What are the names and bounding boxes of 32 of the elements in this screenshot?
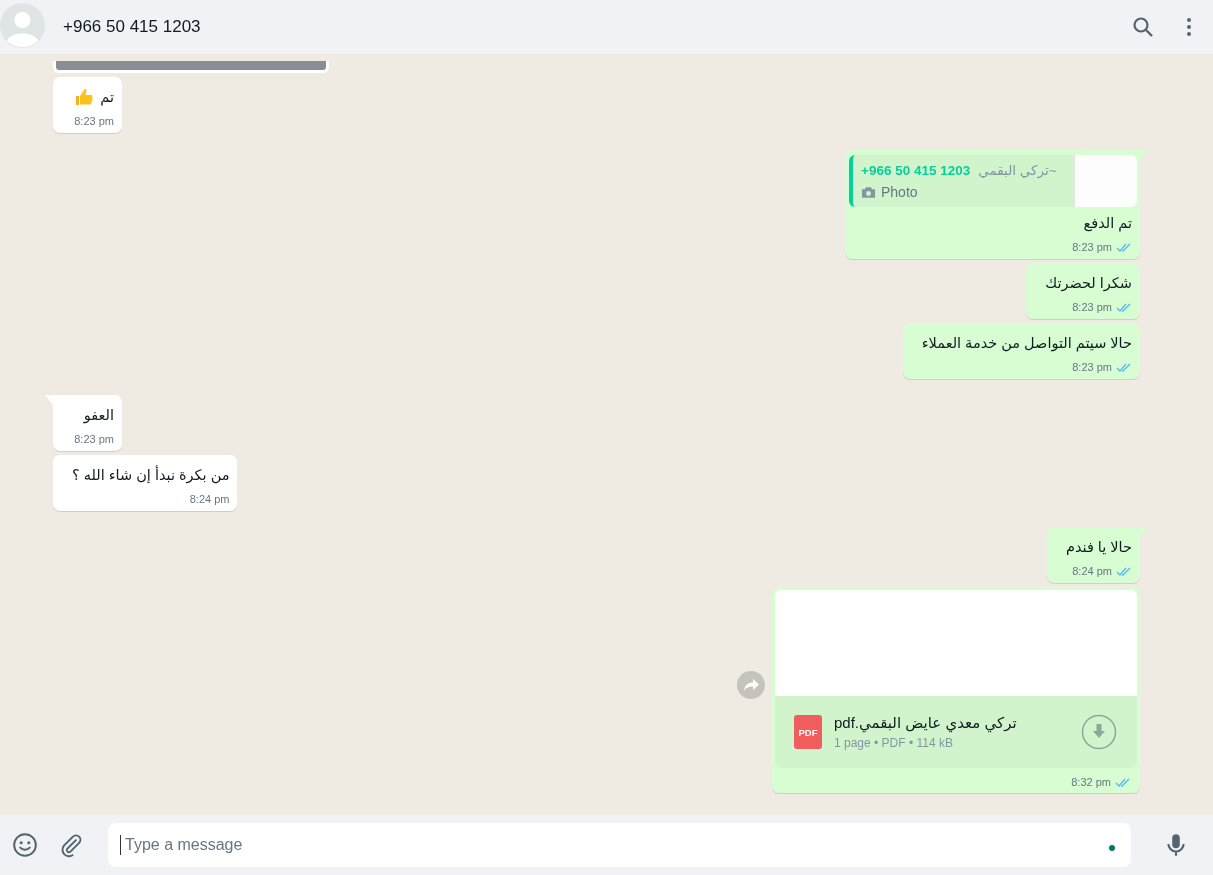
message-text: حالا سيتم التواصل من خدمة العملاء — [921, 334, 1132, 353]
quoted-photo-label: Photo — [881, 184, 918, 200]
file-type-icon: PDF — [794, 715, 822, 749]
thumbs-up-icon — [74, 87, 95, 107]
message-time: 8:23 pm — [74, 115, 114, 127]
file-name: تركي معدي عايض البقمي.pdf — [834, 714, 1017, 732]
photo-placeholder[interactable] — [53, 61, 329, 73]
message-time: 8:23 pm — [1072, 361, 1112, 373]
message-text: شكرا لحضرتك — [1045, 274, 1132, 293]
message-text: تم الدفع — [1083, 214, 1132, 233]
message-time: 8:23 pm — [74, 433, 114, 445]
message-input-field[interactable]: Type a message — [108, 823, 1131, 867]
message-text: حالا يا فندم — [1065, 538, 1132, 557]
message-time: 8:24 pm — [1072, 565, 1112, 577]
message-text: من بكرة نبدأ إن شاء الله ؟ — [72, 465, 230, 485]
message-time: 8:24 pm — [189, 493, 230, 505]
camera-icon — [861, 185, 876, 199]
message-input[interactable]: Type a message — [120, 835, 1109, 855]
emoji-icon[interactable] — [12, 832, 38, 858]
message-time: 8:23 pm — [1072, 301, 1112, 313]
search-icon[interactable] — [1131, 15, 1155, 39]
quoted-sender-name: ~تركي البقمي — [978, 162, 1057, 178]
contact-name[interactable]: +966 50 415 1203 — [63, 17, 1111, 37]
message-time: 8:23 pm — [1072, 241, 1112, 253]
menu-icon[interactable] — [1185, 17, 1193, 37]
status-dot-icon — [1109, 845, 1115, 851]
photo-thumbnail — [1074, 155, 1137, 207]
file-details: 1 page • PDF • 114 kB — [834, 736, 953, 750]
quoted-sender-phone: +966 50 415 1203 — [861, 162, 971, 178]
message-time: 8:32 pm — [1071, 776, 1111, 788]
message-text: العفو — [83, 406, 114, 425]
message-text: تم — [100, 88, 114, 107]
